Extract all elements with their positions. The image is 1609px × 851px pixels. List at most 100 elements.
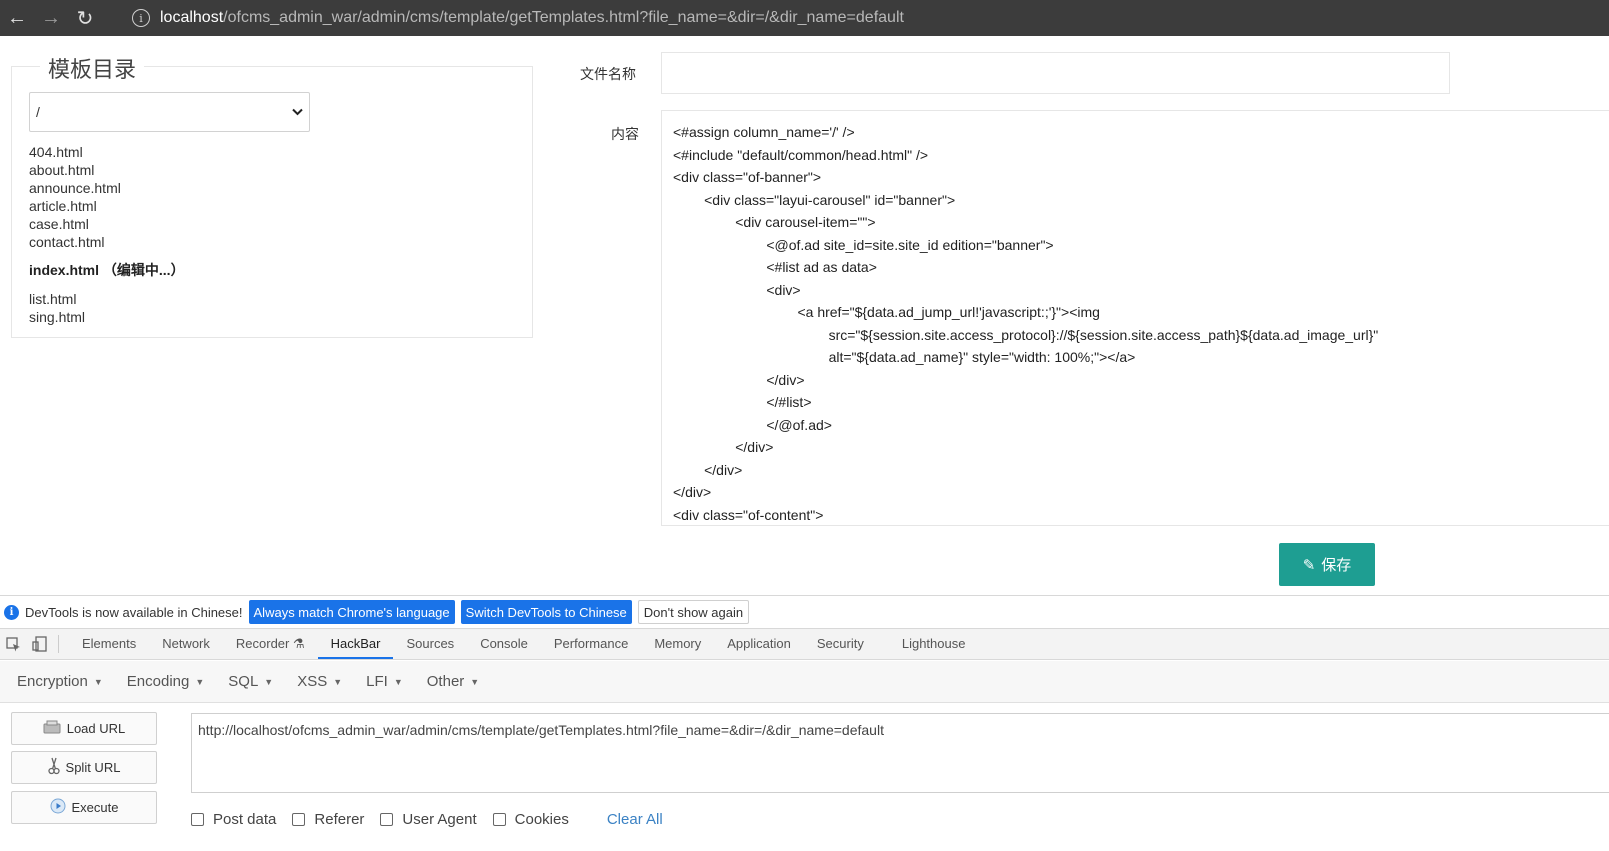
hackbar-menu-encryption[interactable]: Encryption ▼ bbox=[0, 673, 115, 690]
template-file-item[interactable]: about.html bbox=[29, 161, 185, 179]
clear-all-link[interactable]: Clear All bbox=[607, 811, 663, 828]
caret-down-icon: ▼ bbox=[195, 676, 205, 687]
template-file-item[interactable]: contact.html bbox=[29, 233, 185, 251]
filename-input[interactable] bbox=[661, 52, 1450, 94]
pencil-icon: ✎ bbox=[1302, 556, 1316, 574]
address-bar[interactable]: localhost/ofcms_admin_war/admin/cms/temp… bbox=[160, 9, 904, 27]
notice-message: DevTools is now available in Chinese! bbox=[25, 604, 243, 620]
save-button-label: 保存 bbox=[1321, 557, 1352, 574]
option-referer[interactable]: Referer bbox=[292, 811, 364, 828]
template-file-item[interactable]: announce.html bbox=[29, 179, 185, 197]
hackbar-menu-encoding[interactable]: Encoding ▼ bbox=[115, 673, 216, 690]
hackbar-menu-xss[interactable]: XSS ▼ bbox=[285, 673, 354, 690]
directory-select[interactable]: / bbox=[29, 92, 310, 132]
checkbox-label: Post data bbox=[213, 811, 277, 828]
execute-button[interactable]: Execute bbox=[11, 791, 157, 824]
hackbar-menu-label: Encryption bbox=[17, 673, 88, 690]
tab-performance[interactable]: Performance bbox=[541, 629, 641, 659]
tab-sources[interactable]: Sources bbox=[393, 629, 467, 659]
tab-network[interactable]: Network bbox=[149, 629, 223, 659]
split-url-button[interactable]: Split URL bbox=[11, 751, 157, 784]
code-line: </div> bbox=[673, 371, 805, 388]
hackbar-menu: Encryption ▼ Encoding ▼ SQL ▼ XSS ▼ LFI ▼ Other ▼ bbox=[0, 661, 1609, 703]
code-line: <a href="${data.ad_jump_url!'javascript:… bbox=[673, 304, 1100, 320]
checkbox-label: Referer bbox=[314, 811, 365, 828]
code-line: <div class="of-content"> bbox=[673, 506, 824, 523]
tab-memory[interactable]: Memory bbox=[641, 629, 714, 659]
template-file-item-active[interactable]: index.html （编辑中...） bbox=[29, 261, 185, 279]
chevron-down-icon bbox=[292, 105, 303, 119]
inspect-element-icon[interactable] bbox=[0, 629, 26, 659]
switch-to-chinese-button[interactable]: Switch DevTools to Chinese bbox=[460, 600, 632, 624]
template-file-item[interactable]: 404.html bbox=[29, 143, 185, 161]
devtools-language-notice: i DevTools is now available in Chinese! … bbox=[0, 595, 1609, 628]
tab-console[interactable]: Console bbox=[467, 629, 541, 659]
tab-elements[interactable]: Elements bbox=[69, 629, 149, 659]
option-post-data[interactable]: Post data bbox=[191, 811, 276, 828]
hackbar-menu-label: XSS bbox=[297, 673, 328, 690]
code-content: <#assign column_name='/' /> <#include "de… bbox=[673, 121, 1378, 525]
checkbox-label: Cookies bbox=[514, 811, 569, 828]
caret-down-icon: ▼ bbox=[93, 676, 103, 687]
checkbox[interactable] bbox=[492, 813, 506, 826]
load-url-button[interactable]: Load URL bbox=[11, 712, 157, 745]
code-line: <div> bbox=[673, 281, 801, 298]
checkbox-label: User Agent bbox=[402, 811, 477, 828]
hackbar-menu-other[interactable]: Other ▼ bbox=[415, 673, 491, 690]
toolbar-divider bbox=[58, 635, 59, 653]
tab-hackbar[interactable]: HackBar bbox=[317, 629, 394, 659]
tab-recorder[interactable]: Recorder ⚗ bbox=[223, 629, 318, 659]
hackbar-url-textarea[interactable]: http://localhost/ofcms_admin_war/admin/c… bbox=[191, 713, 1609, 793]
execute-label: Execute bbox=[71, 800, 119, 815]
device-toolbar-icon[interactable] bbox=[26, 629, 52, 659]
filename-label: 文件名称 bbox=[580, 66, 636, 82]
template-file-item[interactable]: list.html bbox=[29, 290, 185, 308]
hackbar-menu-sql[interactable]: SQL ▼ bbox=[216, 673, 285, 690]
content-editor[interactable]: <#assign column_name='/' /> <#include "de… bbox=[661, 110, 1609, 526]
template-file-item[interactable]: case.html bbox=[29, 215, 185, 233]
back-icon[interactable]: ← bbox=[0, 0, 34, 36]
code-line: <div class="of-banner"> bbox=[673, 169, 822, 185]
tab-application[interactable]: Application bbox=[714, 629, 804, 659]
template-directory-panel: 模板目录 / 404.html about.html announce.html ar… bbox=[11, 52, 533, 338]
code-line: <#include "default/common/head.html" /> bbox=[673, 146, 929, 163]
template-file-item[interactable]: article.html bbox=[29, 197, 185, 215]
play-icon bbox=[50, 798, 66, 817]
checkbox[interactable] bbox=[292, 813, 306, 826]
url-path: /ofcms_admin_war/admin/cms/template/getT… bbox=[223, 9, 904, 26]
option-cookies[interactable]: Cookies bbox=[492, 811, 569, 828]
template-file-item[interactable]: sing.html bbox=[29, 308, 185, 326]
code-line: <div class="layui-carousel" id="banner"> bbox=[673, 191, 956, 208]
code-line: alt="${data.ad_name}" style="width: 100%… bbox=[673, 349, 1136, 365]
scissors-icon bbox=[47, 757, 60, 778]
devtools-tab-bar: Elements Network Recorder ⚗ HackBar Sources C… bbox=[0, 628, 1609, 660]
code-line: </div> bbox=[673, 461, 743, 478]
always-match-language-button[interactable]: Always match Chrome's language bbox=[248, 600, 455, 624]
reload-icon[interactable]: ↻ bbox=[68, 0, 102, 36]
forward-icon[interactable]: → bbox=[34, 0, 68, 36]
url-host: localhost bbox=[160, 9, 224, 26]
template-file-list: 404.html about.html announce.html article.h… bbox=[29, 143, 185, 326]
hackbar-body: Load URL Split URL Execute http://localh… bbox=[0, 703, 1609, 851]
checkbox[interactable] bbox=[380, 813, 394, 826]
caret-down-icon: ▼ bbox=[393, 676, 403, 687]
code-line: </#list> bbox=[673, 394, 812, 410]
hackbar-menu-label: LFI bbox=[366, 673, 388, 690]
dont-show-again-button[interactable]: Don't show again bbox=[637, 600, 750, 624]
info-icon: i bbox=[4, 604, 19, 620]
checkbox[interactable] bbox=[191, 813, 204, 826]
hackbar-menu-label: Other bbox=[426, 673, 465, 690]
tab-security[interactable]: Security bbox=[804, 629, 877, 659]
hackbar-options: Post data Referer User Agent Cookies Clear A… bbox=[191, 811, 663, 828]
tab-lighthouse[interactable]: Lighthouse bbox=[889, 629, 979, 659]
code-line: <@of.ad site_id=site.site_id edition="ba… bbox=[673, 236, 1054, 253]
caret-down-icon: ▼ bbox=[470, 676, 480, 687]
site-info-icon[interactable]: i bbox=[132, 9, 150, 27]
content-label: 内容 bbox=[611, 126, 639, 142]
hackbar-menu-label: SQL bbox=[228, 673, 259, 690]
load-url-icon bbox=[43, 720, 61, 737]
save-button[interactable]: ✎ 保存 bbox=[1279, 543, 1375, 586]
option-user-agent[interactable]: User Agent bbox=[380, 811, 477, 828]
caret-down-icon: ▼ bbox=[333, 676, 343, 687]
hackbar-menu-lfi[interactable]: LFI ▼ bbox=[354, 673, 415, 690]
